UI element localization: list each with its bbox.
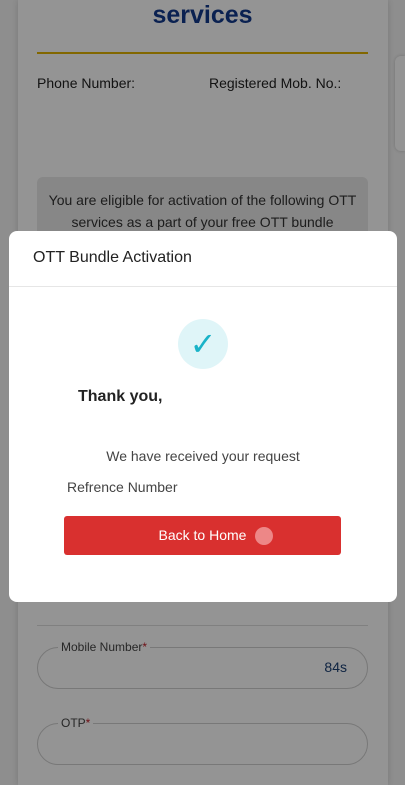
thank-you-text: Thank you,: [78, 388, 163, 405]
touch-indicator: [255, 527, 273, 545]
checkmark-icon: ✓: [178, 319, 228, 369]
back-to-home-button[interactable]: Back to Home: [64, 516, 341, 555]
back-to-home-label: Back to Home: [158, 527, 247, 543]
activation-modal: OTT Bundle Activation ✓ Thank you, We ha…: [9, 231, 397, 602]
modal-header: OTT Bundle Activation: [9, 231, 397, 287]
reference-number-label: Refrence Number: [67, 479, 178, 495]
request-received-text: We have received your request: [106, 448, 300, 464]
modal-title: OTT Bundle Activation: [33, 249, 192, 266]
